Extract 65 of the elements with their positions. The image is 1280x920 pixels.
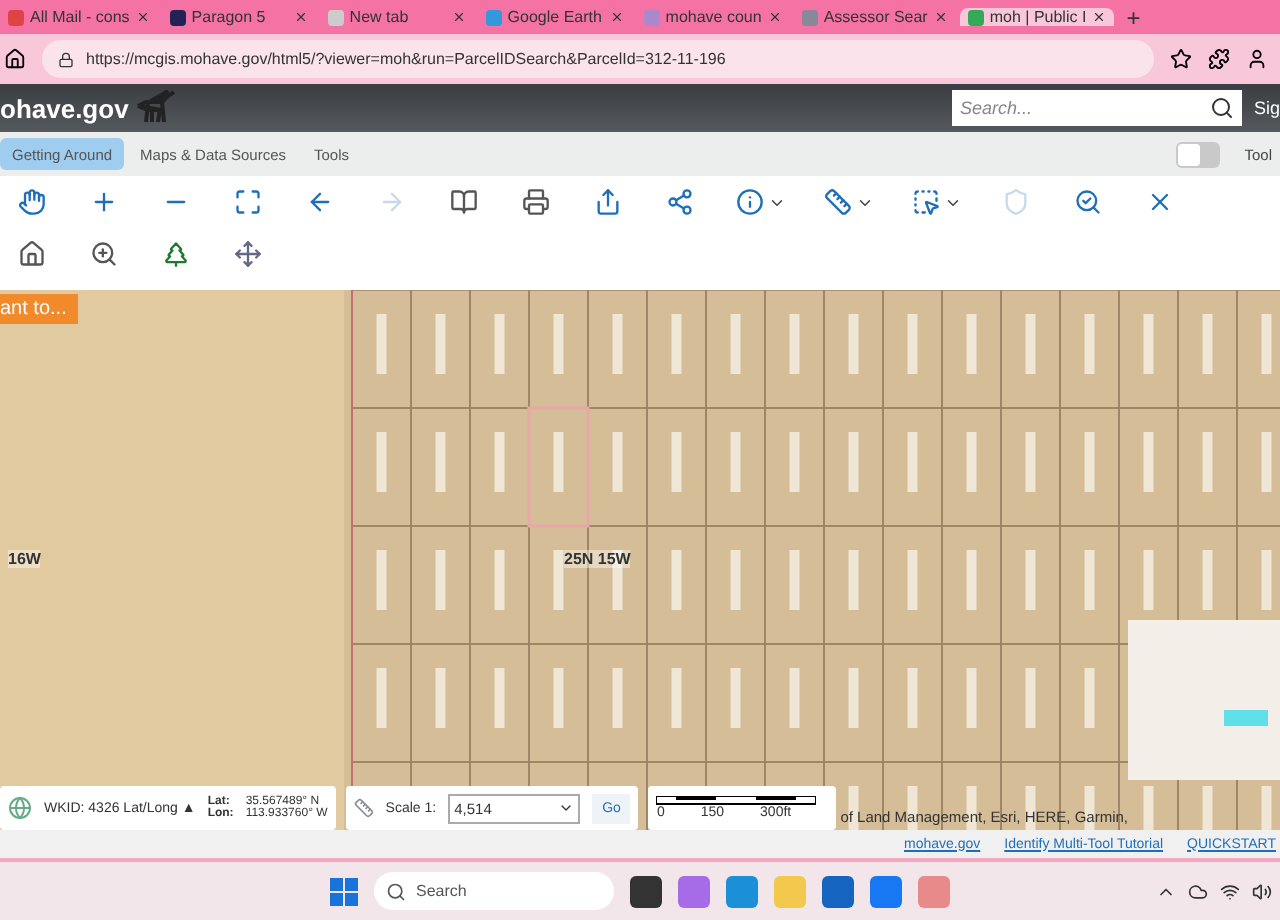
want-to-button[interactable]: ant to... xyxy=(0,294,79,324)
print-icon[interactable] xyxy=(522,188,550,216)
close-icon[interactable] xyxy=(767,10,782,24)
volume-icon[interactable] xyxy=(1252,881,1272,901)
close-icon[interactable] xyxy=(1146,188,1174,216)
tab-favicon-icon xyxy=(327,9,344,25)
profile-icon[interactable] xyxy=(1246,48,1268,70)
browser-tab[interactable]: Google Earth xyxy=(477,8,632,26)
tool-toggle[interactable] xyxy=(1176,141,1221,167)
extensions-icon[interactable] xyxy=(1208,48,1230,70)
full-extent-icon[interactable] xyxy=(234,188,262,216)
export-icon[interactable] xyxy=(594,188,622,216)
windows-start-icon[interactable] xyxy=(330,877,358,905)
sign-in-link[interactable]: Sig xyxy=(1253,98,1280,118)
cloud-icon[interactable] xyxy=(1188,881,1208,901)
map-legend-swatch xyxy=(1224,710,1268,726)
share-icon[interactable] xyxy=(666,188,694,216)
wifi-icon[interactable] xyxy=(1220,881,1240,901)
close-icon[interactable] xyxy=(451,10,466,24)
address-bar[interactable]: https://mcgis.mohave.gov/html5/?viewer=moh&run=ParcelIDSearch&ParcelId=312-11-196 xyxy=(42,40,1154,78)
tab-favicon-icon xyxy=(485,9,502,25)
browser-tab[interactable]: New tab xyxy=(319,8,474,26)
tab-favicon-icon xyxy=(801,9,818,25)
taskbar-search-field[interactable]: Search xyxy=(374,872,614,910)
close-icon[interactable] xyxy=(933,10,948,24)
browser-tab[interactable]: Assessor Sear xyxy=(793,8,956,26)
tree-icon[interactable] xyxy=(162,240,190,268)
globe-icon xyxy=(8,796,32,820)
home-icon[interactable] xyxy=(4,48,26,70)
zoom-in-icon[interactable] xyxy=(90,188,118,216)
select-icon[interactable] xyxy=(911,188,939,216)
back-arrow-icon[interactable] xyxy=(306,188,334,216)
ruler-icon xyxy=(353,798,374,818)
browser-tab[interactable]: All Mail - cons xyxy=(0,8,158,26)
book-icon[interactable] xyxy=(450,188,478,216)
move-arrows-icon[interactable] xyxy=(234,240,262,268)
elk-logo-icon xyxy=(134,90,179,126)
scale-bar-icon xyxy=(656,796,817,806)
info-icon[interactable] xyxy=(735,188,763,216)
tab-favicon-icon xyxy=(169,9,186,25)
site-search-field[interactable]: Search... xyxy=(951,90,1242,126)
search-icon xyxy=(386,881,406,901)
browser-tab[interactable]: mohave coun xyxy=(635,8,790,26)
tab-favicon-icon xyxy=(967,9,984,25)
browser-tab[interactable]: Paragon 5 xyxy=(161,8,316,26)
tab-favicon-icon xyxy=(8,9,24,25)
site-logo-text[interactable]: ohave.gov xyxy=(0,93,129,123)
township-label: 16W xyxy=(8,550,41,568)
tab-favicon-icon xyxy=(643,9,660,25)
zoom-in-icon[interactable] xyxy=(90,240,118,268)
township-label: 25N 15W xyxy=(564,550,631,568)
close-icon[interactable] xyxy=(609,10,624,24)
close-icon[interactable] xyxy=(1092,10,1107,24)
house-icon[interactable] xyxy=(18,240,46,268)
star-icon[interactable] xyxy=(1170,48,1192,70)
search-help-icon[interactable] xyxy=(1074,188,1102,216)
search-icon[interactable] xyxy=(1209,96,1234,120)
close-icon[interactable] xyxy=(293,10,308,24)
pan-hand-icon[interactable] xyxy=(18,188,46,216)
ruler-icon[interactable] xyxy=(823,188,851,216)
lock-icon xyxy=(58,51,74,67)
new-tab-button[interactable]: + xyxy=(1126,3,1141,31)
caret-icon[interactable] xyxy=(558,800,575,816)
browser-tab[interactable]: moh | Public I xyxy=(959,8,1115,26)
close-icon[interactable] xyxy=(135,10,150,24)
